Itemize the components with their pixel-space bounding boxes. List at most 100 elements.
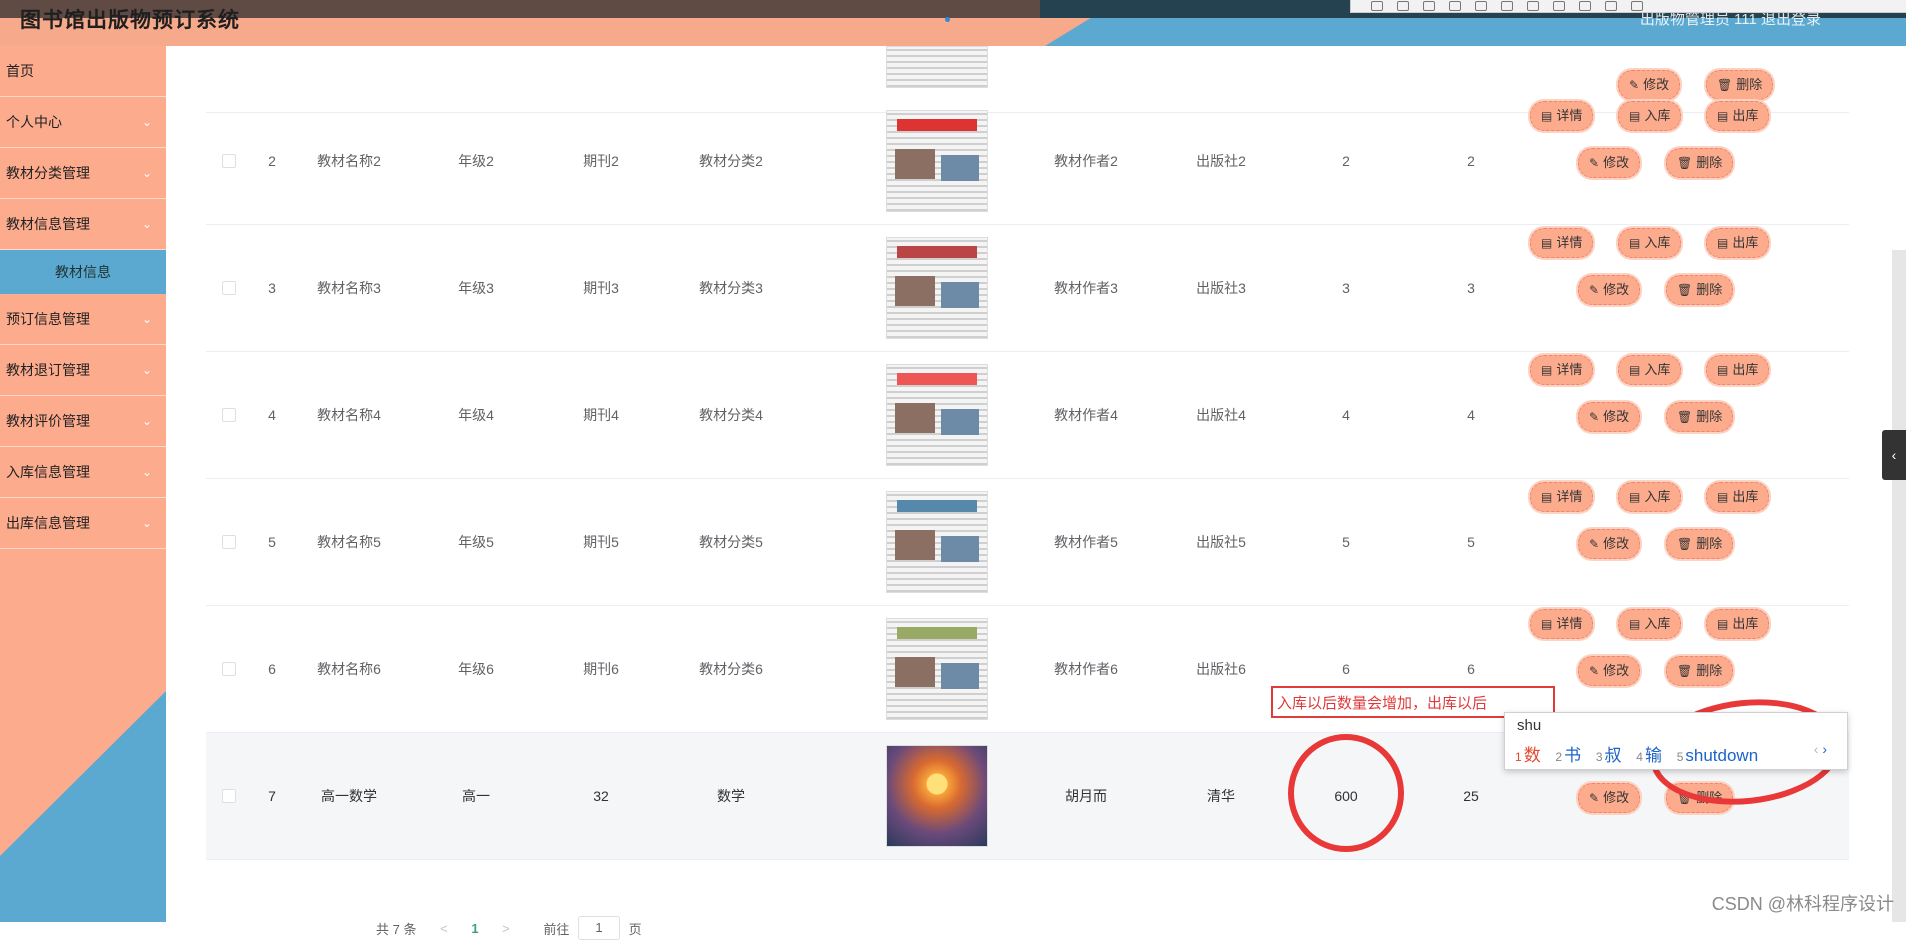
sidebar-item-label: 教材评价管理 [6,413,90,429]
stock-in-button[interactable]: ▤入库 [1618,609,1682,639]
cover-image-block [897,246,977,258]
row-checkbox[interactable] [222,535,236,549]
stock-in-button[interactable]: ▤入库 [1618,355,1682,385]
cover-image [886,491,988,593]
edit-button[interactable]: ✎ 修改 [1578,656,1641,686]
sidebar-subitem-textbook-info[interactable]: 教材信息 [0,250,166,294]
sidebar-item-stock-out-mgmt[interactable]: 出库信息管理 ⌄ [0,498,166,549]
delete-button[interactable]: 🗑 删除 [1666,402,1734,432]
delete-button[interactable]: 🗑 删除 [1666,275,1734,305]
delete-button[interactable]: 🗑 删除 [1666,656,1734,686]
trash-icon: 🗑 [1677,156,1693,170]
cover-image-block [897,627,977,639]
row-checkbox[interactable] [222,281,236,295]
cell-grade: 年级3 [458,280,494,296]
row-checkbox[interactable] [222,789,236,803]
cell-category: 教材分类6 [699,661,763,677]
button-label: 修改 [1603,790,1630,805]
stock-in-button[interactable]: ▤入库 [1618,482,1682,512]
cell-name: 教材名称2 [317,153,381,169]
ime-page-nav[interactable]: ‹ › [1814,741,1827,757]
button-label: 出库 [1732,362,1759,377]
stock-in-button[interactable]: ▤入库 [1618,228,1682,258]
detail-button[interactable]: ▤详情 [1530,355,1594,385]
sidebar-item-cancel-mgmt[interactable]: 教材退订管理 ⌄ [0,345,166,396]
edit-button[interactable]: ✎ 修改 [1578,402,1641,432]
trash-icon: 🗑 [1677,283,1693,297]
cover-image-block [895,149,935,179]
ime-candidate[interactable]: 3叔 [1586,746,1622,765]
sidebar-menu: 首页 个人中心 ⌄ 教材分类管理 ⌄ 教材信息管理 ⌄ 教材信息 预订信息管理 ⌄ 教材… [0,46,166,549]
detail-button[interactable]: ▤详情 [1530,609,1594,639]
ime-candidate-window[interactable]: shu 1数 2书 3叔 4输 5 shutdown ‹ › [1504,712,1848,770]
sidebar-item-textbook-info-mgmt[interactable]: 教材信息管理 ⌄ [0,199,166,250]
ime-candidate[interactable]: 1数 [1515,746,1541,765]
next-page-icon[interactable]: > [502,921,510,936]
goto-label: 前往 [543,921,570,937]
sidebar-item-stock-in-mgmt[interactable]: 入库信息管理 ⌄ [0,447,166,498]
cell-category: 教材分类2 [699,153,763,169]
vertical-scrollbar[interactable] [1892,250,1906,922]
delete-button[interactable]: 🗑 删除 [1666,148,1734,178]
prev-page-icon[interactable]: < [440,921,448,936]
row-checkbox[interactable] [222,662,236,676]
edit-button[interactable]: ✎ 修改 [1578,783,1641,813]
ime-candidate[interactable]: 4输 [1626,746,1662,765]
trash-icon: 🗑 [1677,664,1693,678]
detail-button[interactable]: ▤详情 [1530,228,1594,258]
sidebar-item-category-mgmt[interactable]: 教材分类管理 ⌄ [0,148,166,199]
cell-name: 教材名称4 [317,407,381,423]
table-row: 5 教材名称5 年级5 期刊5 教材分类5 教材作者5 出版社5 5 5 ▤ 详情 ▤ 入库 ▤ 出库 ✎ 修改… [206,479,1849,606]
detail-button[interactable]: ▤详情 [1530,482,1594,512]
row-checkbox[interactable] [222,154,236,168]
document-icon: ▤ [1717,363,1729,377]
cell-category: 数学 [717,788,745,804]
delete-button[interactable]: 🗑 删除 [1666,529,1734,559]
cell-category: 教材分类4 [699,407,763,423]
edit-button[interactable]: ✎ 修改 [1578,529,1641,559]
button-label: 修改 [1603,155,1630,170]
button-label: 详情 [1556,616,1583,631]
edit-button[interactable]: ✎ 修改 [1578,275,1641,305]
document-icon: ▤ [1717,490,1729,504]
ime-candidates: 1数 2书 3叔 4输 5 shutdown [1515,741,1758,766]
stock-in-button[interactable]: ▤入库 [1618,101,1682,131]
stock-out-button[interactable]: ▤出库 [1706,101,1770,131]
goto-page-input[interactable]: 1 [578,916,621,940]
collapse-panel-icon[interactable]: ‹ [1882,430,1906,480]
ime-prev-icon[interactable]: ‹ [1814,741,1819,757]
cover-image-block [895,657,935,687]
button-label: 出库 [1732,489,1759,504]
edit-icon: ✎ [1589,664,1600,678]
delete-button[interactable]: 🗑 删除 [1706,70,1774,100]
button-label: 入库 [1644,616,1671,631]
sidebar-item-home[interactable]: 首页 [0,46,166,97]
current-page[interactable]: 1 [471,921,478,936]
cell-issue: 期刊5 [583,534,619,550]
sidebar-item-personal-center[interactable]: 个人中心 ⌄ [0,97,166,148]
ime-candidate[interactable]: 2书 [1545,746,1581,765]
stock-out-button[interactable]: ▤出库 [1706,228,1770,258]
stock-out-button[interactable]: ▤出库 [1706,609,1770,639]
document-icon: ▤ [1541,109,1553,123]
table-row-partial: ✎ 修改 🗑 删除 [206,0,1849,113]
stock-out-button[interactable]: ▤出库 [1706,482,1770,512]
sidebar-item-order-mgmt[interactable]: 预订信息管理 ⌄ [0,294,166,345]
cell-price: 2 [1467,153,1475,169]
stock-out-button[interactable]: ▤出库 [1706,355,1770,385]
row-checkbox[interactable] [222,408,236,422]
sidebar-item-review-mgmt[interactable]: 教材评价管理 ⌄ [0,396,166,447]
chevron-down-icon: ⌄ [141,115,152,129]
cover-image-block [897,119,977,131]
button-label: 出库 [1732,108,1759,123]
table-row: 2 教材名称2 年级2 期刊2 教材分类2 教材作者2 出版社2 2 2 ▤ 详情 ▤ 入库 ▤ 出库 ✎ 修改… [206,98,1849,225]
button-label: 入库 [1644,235,1671,250]
cover-image [886,110,988,212]
edit-button[interactable]: ✎ 修改 [1618,70,1681,100]
cell-no: 4 [268,407,276,423]
ime-candidate[interactable]: 5 shutdown [1667,746,1758,765]
cell-qty: 4 [1342,407,1350,423]
edit-button[interactable]: ✎ 修改 [1578,148,1641,178]
ime-next-icon[interactable]: › [1822,741,1827,757]
detail-button[interactable]: ▤详情 [1530,101,1594,131]
